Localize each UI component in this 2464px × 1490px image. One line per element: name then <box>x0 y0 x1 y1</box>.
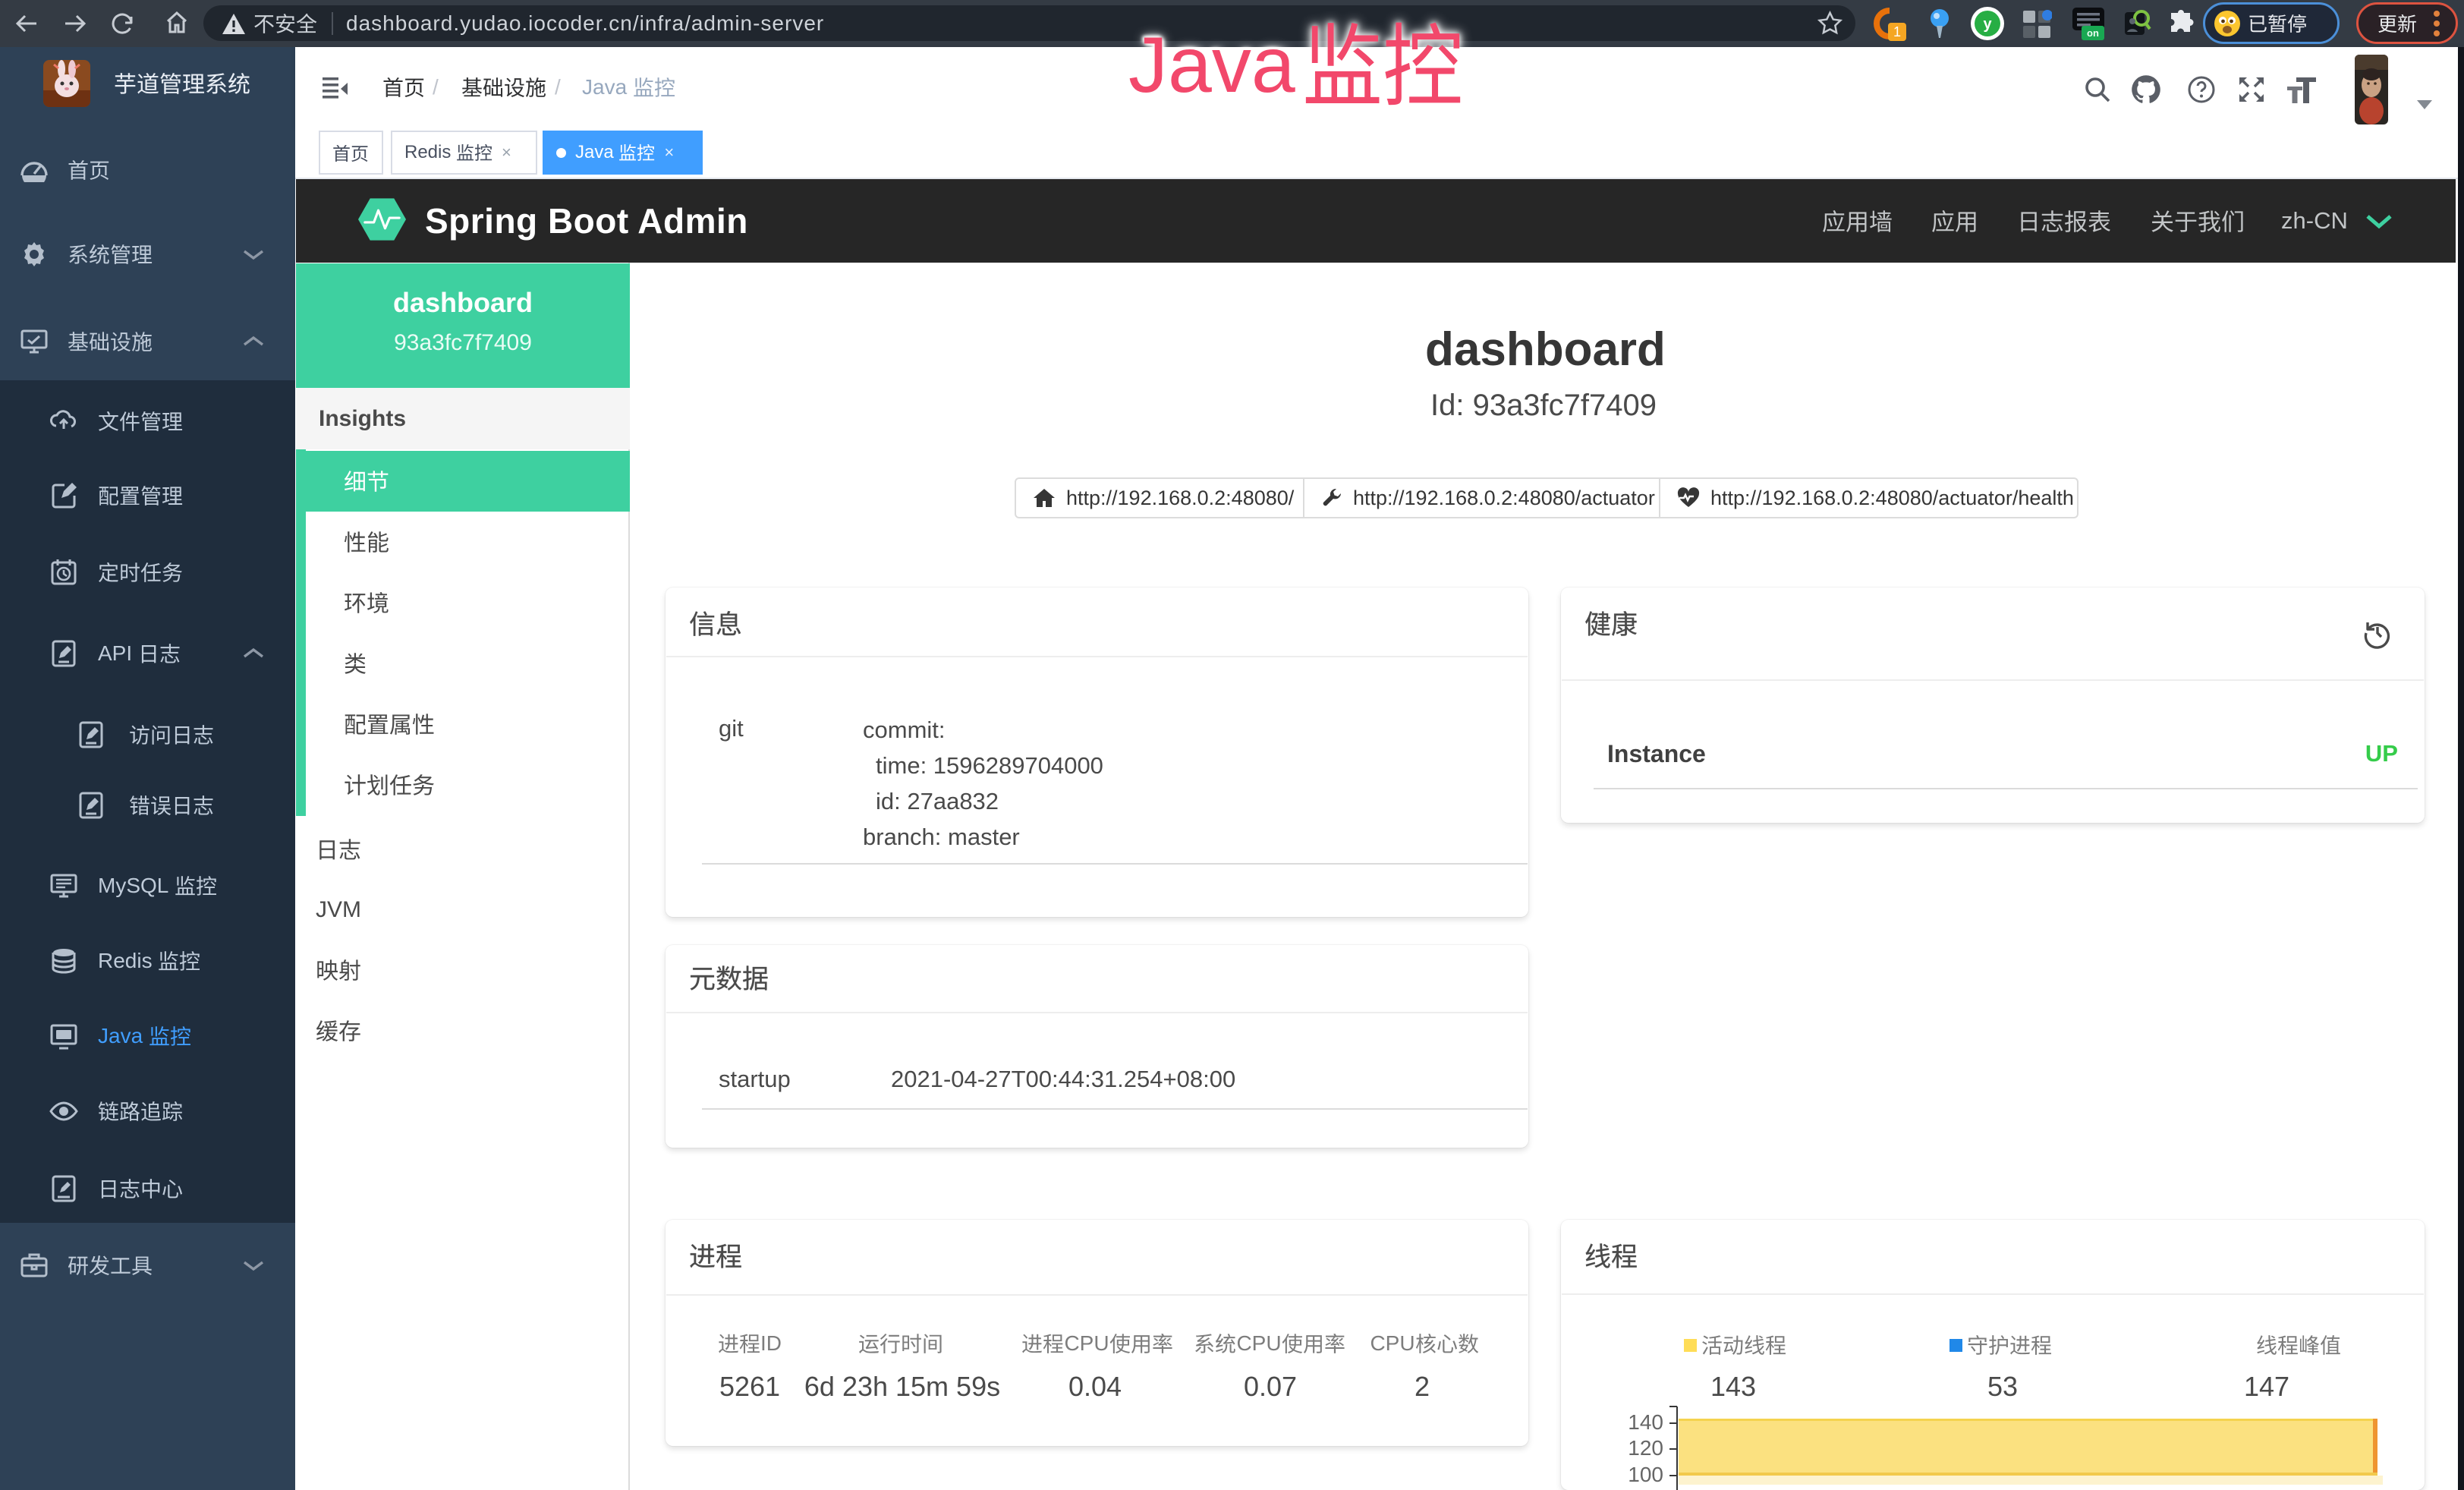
svg-text:y: y <box>1983 16 1992 33</box>
svg-text:on: on <box>2087 27 2099 39</box>
svg-text:1: 1 <box>1893 24 1901 39</box>
